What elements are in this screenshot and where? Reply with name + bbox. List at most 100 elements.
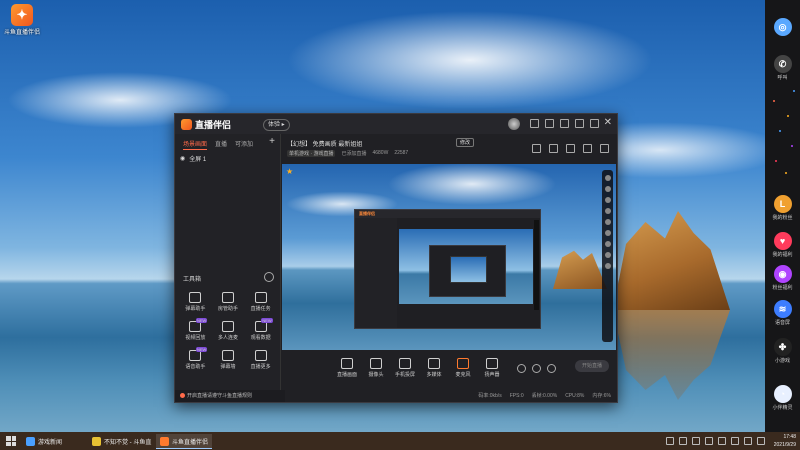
dock-item[interactable]: ◎ <box>765 18 800 37</box>
timer-icon[interactable] <box>532 364 541 373</box>
record-icon[interactable] <box>566 144 575 153</box>
mail-icon[interactable] <box>545 119 554 128</box>
start-button[interactable] <box>6 436 16 446</box>
toolbox-item[interactable]: 视频回放 NEW <box>179 318 212 341</box>
room-category[interactable]: 单机游戏 · 游戏直播 <box>287 150 336 157</box>
gear-icon[interactable] <box>547 364 556 373</box>
chevron-up-icon[interactable] <box>666 437 674 445</box>
dock-item[interactable]: ◔ 小伴精灵 <box>765 385 800 411</box>
network-icon[interactable] <box>679 437 687 445</box>
scene-panel: 场景画面 直播 可添加 + ◉ 全屏 1 工具箱 弹幕助手 房管助手 直播任务视频回… <box>175 134 285 402</box>
microphone-icon <box>457 358 469 369</box>
clock-date: 2021/9/29 <box>773 442 796 448</box>
new-badge: NEW <box>195 318 208 323</box>
avatar[interactable] <box>508 118 520 130</box>
room-views: 22587 <box>394 150 409 156</box>
share-icon[interactable] <box>600 144 609 153</box>
settings-icon[interactable] <box>560 119 569 128</box>
toolbox-item-label: 弹幕助手 <box>185 306 206 312</box>
desktop-icon-label: 斗鱼直播伴侣 <box>4 30 41 36</box>
source-camera-button[interactable]: 摄像头 <box>366 358 386 378</box>
version-button[interactable]: 体验 ▸ <box>263 119 290 131</box>
toolbox-item[interactable]: 语音助手 NEW <box>179 347 212 370</box>
dock-sparkle <box>791 145 793 147</box>
dock-item[interactable]: ✤ 小游戏 <box>765 338 800 364</box>
microphone-button[interactable]: 麦克风 <box>453 358 473 378</box>
taskbar: 游戏新闻 不知不觉 - 斗鱼直 斗鱼直播伴侣 17:48 2021/9/29 <box>0 432 800 450</box>
toolbox-item[interactable]: 弹幕墙 <box>212 350 245 370</box>
wifi-icon[interactable] <box>757 437 765 445</box>
clock[interactable]: 17:48 2021/9/29 <box>774 433 796 449</box>
tab-live[interactable]: 直播 <box>215 139 227 150</box>
system-tray <box>666 437 765 445</box>
share-screen-icon[interactable] <box>549 144 558 153</box>
eye-icon[interactable]: ◉ <box>180 155 185 162</box>
dock-item[interactable]: L 我的粉丝 <box>765 195 800 221</box>
taskbar-app-douyu[interactable]: 斗鱼直播伴侣 <box>156 434 213 449</box>
toolbox-grid: 弹幕助手 房管助手 直播任务视频回放 NEW 多人连麦 观看数据 NEW 语音助手 NEW 弹幕墙… <box>179 292 277 370</box>
source-phone-button[interactable]: 手机投屏 <box>395 358 415 378</box>
toolbox-item-label: 视频回放 <box>185 335 206 341</box>
new-badge: NEW <box>195 347 208 352</box>
tool-icon <box>189 292 202 303</box>
add-scene-button[interactable]: + <box>269 136 275 147</box>
taskbar-app-news[interactable]: 游戏新闻 <box>22 434 66 448</box>
volume-icon[interactable] <box>692 437 700 445</box>
dock-item[interactable]: ✆ 呼叫 <box>765 55 800 81</box>
window-titlebar[interactable]: 直播伴侣 体验 ▸ ✕ <box>175 114 617 134</box>
record-video-icon[interactable] <box>517 364 526 373</box>
close-icon[interactable]: ✕ <box>604 117 612 128</box>
notice-text: 开启直播请遵守斗鱼直播规则 <box>187 393 253 399</box>
toolbox-item-label: 房管助手 <box>217 306 238 312</box>
dock-item[interactable]: ◉ 粉丝福利 <box>765 265 800 291</box>
dock-item-label: 呼叫 <box>777 75 788 81</box>
source-screen-button[interactable]: 直播画面 <box>337 358 357 378</box>
toolbox-title: 工具箱 <box>183 277 202 283</box>
notice-dot-icon <box>180 393 185 399</box>
dock-item-label: 语音屏 <box>774 320 790 326</box>
media-icon <box>428 358 440 369</box>
rail-dot-icon <box>604 186 611 192</box>
notice-bar[interactable]: 开启直播请遵守斗鱼直播规则 <box>175 390 285 402</box>
toolbox-item[interactable]: 直播更多 <box>244 350 277 370</box>
start-live-button[interactable]: 开始直播 <box>575 360 609 372</box>
skin-icon[interactable] <box>530 119 539 128</box>
source-media-button[interactable]: 多媒体 <box>424 358 444 378</box>
dock-item[interactable]: ≋ 语音屏 <box>765 300 800 326</box>
desktop-icon-app[interactable]: ✦ 斗鱼直播伴侣 <box>4 4 40 36</box>
status-bar: 码率:0kb/s FPS:0 丢帧:0.00% CPU:8% 内存:6% <box>281 390 617 402</box>
speaker-button[interactable]: 扬声器 <box>482 358 502 378</box>
tab-addable[interactable]: 可添加 <box>235 139 253 150</box>
keyboard-icon[interactable] <box>744 437 752 445</box>
room-meta: 单机游戏 · 游戏直播 已添加直播 4680W 22587 <box>287 150 408 157</box>
wallpaper-rock-reflection <box>613 310 730 400</box>
maximize-icon[interactable] <box>590 119 599 128</box>
source-label: 摄像头 <box>368 372 384 378</box>
toolbox-item[interactable]: 房管助手 <box>212 292 245 312</box>
dock-sparkle <box>785 172 787 174</box>
bell-icon[interactable] <box>583 144 592 153</box>
toolbox-item[interactable]: 直播任务 <box>244 292 277 312</box>
security-icon[interactable] <box>718 437 726 445</box>
rail-dot-icon <box>604 175 611 181</box>
tool-icon <box>254 350 267 361</box>
toolbox-item[interactable]: 弹幕助手 <box>179 292 212 312</box>
room-edit-button[interactable]: 修改 <box>456 138 475 147</box>
app-window: 直播伴侣 体验 ▸ ✕ 场景画面 直播 可添加 + ◉ 全屏 1 工具箱 弹幕助… <box>174 113 618 403</box>
toolbox-item[interactable]: 多人连麦 <box>212 321 245 341</box>
tab-scene[interactable]: 场景画面 <box>183 139 208 150</box>
toolbox-item-label: 语音助手 <box>185 364 206 370</box>
scene-item[interactable]: ◉ 全屏 1 <box>180 154 206 163</box>
lock-icon[interactable] <box>532 144 541 153</box>
toolbox-help-icon[interactable] <box>264 272 274 282</box>
dock-item-icon: ✤ <box>773 338 792 356</box>
toolbox-item[interactable]: 观看数据 NEW <box>244 318 277 341</box>
dock-item[interactable]: ♥ 我的福利 <box>765 232 800 258</box>
ime-icon[interactable] <box>705 437 713 445</box>
minimize-icon[interactable] <box>575 119 584 128</box>
taskbar-app-browser[interactable]: 不知不觉 - 斗鱼直 <box>88 434 155 448</box>
live-preview[interactable]: ★ 直播伴侣 <box>282 164 616 350</box>
dock-item-label: 小游戏 <box>774 358 790 364</box>
live-area: 【幻想】 免费画质 最新姐姐 修改 单机游戏 · 游戏直播 已添加直播 4680… <box>281 134 617 402</box>
notification-icon[interactable] <box>731 437 739 445</box>
